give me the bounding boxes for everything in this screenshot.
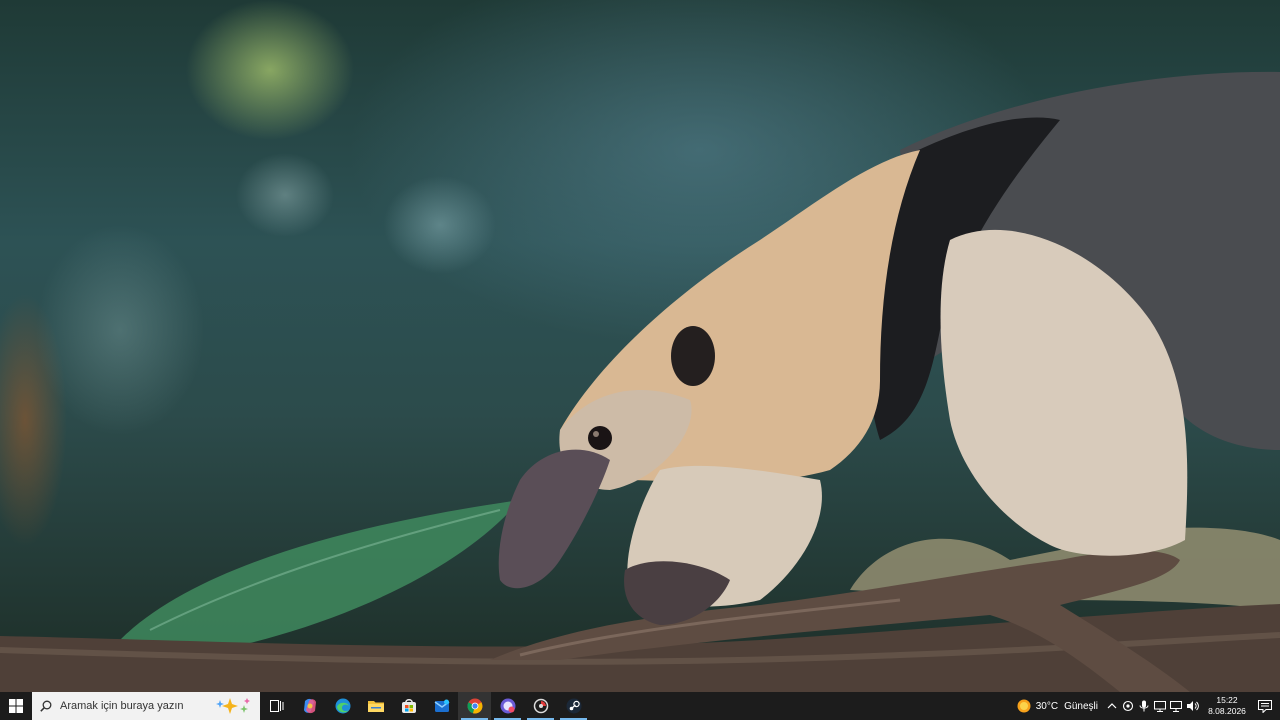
search-icon: [40, 700, 52, 712]
clock-date: 8.08.2026: [1208, 706, 1246, 716]
sunny-weather-icon: [1017, 699, 1031, 713]
edge-icon: [335, 698, 350, 714]
weather-temperature: 30°C: [1035, 700, 1059, 712]
monitor-icon: [1154, 700, 1166, 712]
record-icon: [533, 698, 548, 714]
notification-icon: [1258, 699, 1272, 713]
taskbar-app-steam[interactable]: [557, 692, 590, 720]
system-tray: 30°C Güneşli 15:22 8.08.2026: [1010, 692, 1280, 720]
chevron-up-icon: [1107, 703, 1117, 709]
search-input[interactable]: [58, 699, 212, 713]
chrome-icon: [466, 698, 482, 714]
taskbar-app-file-explorer[interactable]: [359, 692, 392, 720]
notification-center-button[interactable]: [1250, 692, 1280, 720]
taskbar: 30°C Güneşli: [0, 692, 1280, 720]
mail-icon: [434, 699, 449, 712]
folder-icon: [367, 701, 384, 712]
task-view-button[interactable]: [260, 692, 293, 720]
desktop-wallpaper: [0, 0, 1280, 692]
tray-app-icon: [1122, 700, 1134, 712]
speaker-icon: [1186, 701, 1199, 711]
store-icon: [401, 699, 416, 713]
tray-app-button[interactable]: [1120, 692, 1136, 720]
anteater-photo: [0, 71, 1280, 692]
microphone-icon: [1139, 700, 1149, 712]
chat-app-icon: [500, 698, 515, 714]
task-view-icon: [269, 700, 283, 712]
windows-logo-icon: [9, 699, 23, 713]
clock-time: 15:22: [1216, 695, 1238, 705]
taskbar-app-store[interactable]: [392, 692, 425, 720]
show-hidden-icons-button[interactable]: [1104, 692, 1120, 720]
weather-widget[interactable]: 30°C Güneşli: [1010, 692, 1104, 720]
display-button[interactable]: [1152, 692, 1168, 720]
steam-icon: [566, 698, 581, 714]
taskbar-app-copilot[interactable]: [293, 692, 326, 720]
search-highlight-icon: [216, 698, 250, 714]
network-button[interactable]: [1168, 692, 1184, 720]
copilot-icon: [303, 698, 316, 714]
microphone-button[interactable]: [1136, 692, 1152, 720]
weather-condition: Güneşli: [1064, 700, 1098, 712]
taskbar-app-chat[interactable]: [491, 692, 524, 720]
network-icon: [1170, 700, 1182, 712]
taskbar-app-edge[interactable]: [326, 692, 359, 720]
taskbar-app-recorder[interactable]: [524, 692, 557, 720]
taskbar-app-chrome[interactable]: [458, 692, 491, 720]
taskbar-search-box[interactable]: [32, 692, 260, 720]
volume-button[interactable]: [1184, 692, 1200, 720]
start-button[interactable]: [0, 692, 32, 720]
taskbar-app-mail[interactable]: [425, 692, 458, 720]
taskbar-clock[interactable]: 15:22 8.08.2026: [1204, 695, 1250, 717]
